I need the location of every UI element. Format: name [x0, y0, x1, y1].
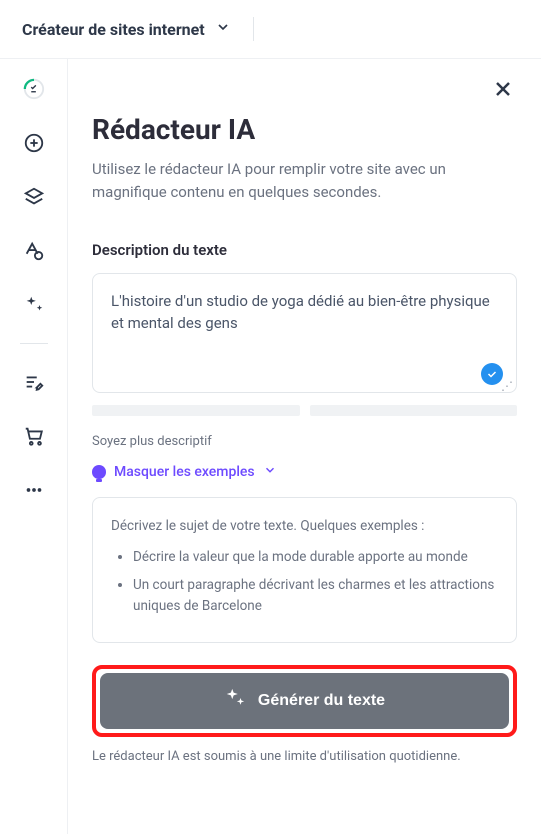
checklist-icon[interactable]	[18, 73, 50, 105]
close-icon[interactable]	[491, 77, 515, 105]
more-icon[interactable]	[18, 474, 50, 506]
examples-intro: Décrivez le sujet de votre texte. Quelqu…	[111, 516, 498, 538]
edit-list-icon[interactable]	[18, 366, 50, 398]
description-input[interactable]	[92, 273, 517, 393]
lightbulb-icon	[92, 465, 106, 479]
sidebar	[0, 59, 68, 834]
panel-desc: Utilisez le rédacteur IA pour remplir vo…	[92, 158, 517, 205]
cart-icon[interactable]	[18, 420, 50, 452]
site-type-label: Créateur de sites internet	[22, 20, 205, 39]
example-item: Un court paragraphe décrivant les charme…	[133, 575, 498, 618]
panel-title: Rédacteur IA	[92, 113, 517, 146]
sidebar-separator	[20, 343, 48, 344]
resize-handle-icon: ⋰	[501, 379, 513, 393]
chevron-down-icon	[263, 463, 277, 481]
divider	[253, 17, 254, 41]
description-label: Description du texte	[92, 241, 517, 259]
sparkle-icon	[224, 687, 246, 714]
toggle-examples-label: Masquer les exemples	[114, 464, 255, 480]
skeleton-row	[92, 405, 517, 416]
toggle-examples[interactable]: Masquer les exemples	[92, 463, 277, 481]
site-type-selector[interactable]: Créateur de sites internet	[22, 19, 231, 39]
style-icon[interactable]	[18, 235, 50, 267]
examples-box: Décrivez le sujet de votre texte. Quelqu…	[92, 497, 517, 643]
chevron-down-icon	[215, 19, 231, 39]
check-badge-icon	[481, 363, 503, 385]
footer-note: Le rédacteur IA est soumis à une limite …	[92, 747, 517, 767]
skeleton-bar	[92, 405, 300, 416]
generate-button[interactable]: Générer du texte	[100, 673, 509, 729]
example-item: Décrire la valeur que la mode durable ap…	[133, 547, 498, 569]
skeleton-bar	[310, 405, 518, 416]
generate-highlight: Générer du texte	[92, 665, 517, 737]
generate-label: Générer du texte	[258, 692, 385, 710]
ai-writer-panel: Rédacteur IA Utilisez le rédacteur IA po…	[68, 59, 541, 834]
descriptive-hint: Soyez plus descriptif	[92, 434, 517, 449]
add-icon[interactable]	[18, 127, 50, 159]
layers-icon[interactable]	[18, 181, 50, 213]
top-bar: Créateur de sites internet	[0, 0, 541, 59]
sparkle-icon[interactable]	[18, 289, 50, 321]
